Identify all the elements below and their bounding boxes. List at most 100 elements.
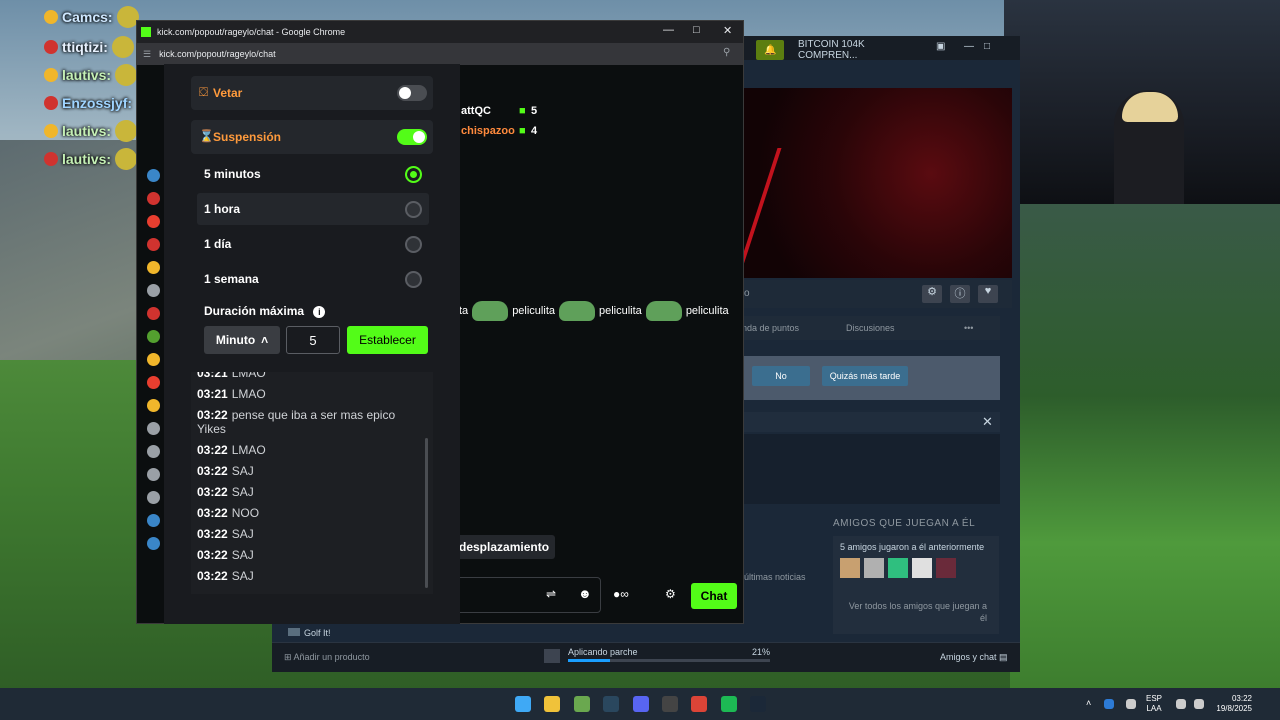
translate-icon[interactable]: ⇌: [546, 587, 556, 601]
steam-icon[interactable]: [603, 696, 619, 712]
network-icon[interactable]: [1176, 699, 1186, 709]
timeout-option[interactable]: 1 semana: [197, 263, 429, 295]
close-icon[interactable]: ✕: [982, 414, 993, 430]
tab-more[interactable]: •••: [964, 323, 973, 333]
friend-avatar[interactable]: [912, 558, 932, 578]
settings-gear-icon[interactable]: ⚙: [922, 285, 942, 303]
zoom-icon[interactable]: ⚲: [723, 47, 730, 58]
radio-button[interactable]: [405, 235, 422, 253]
message-time: 03:22: [197, 485, 228, 499]
radio-button[interactable]: [405, 270, 422, 288]
message-time: 03:22: [197, 548, 228, 562]
chat-message[interactable]: 03:22 NOO: [197, 506, 407, 520]
message-time: 03:22: [197, 464, 228, 478]
site-info-icon[interactable]: ☰: [143, 49, 151, 60]
monitor-icon[interactable]: ▣: [936, 41, 945, 52]
notification-pill[interactable]: BITCOIN 104K COMPREN...: [790, 39, 922, 61]
chat-message[interactable]: 03:21 LMAO: [197, 372, 407, 380]
defender-icon[interactable]: [1104, 699, 1114, 709]
emoji-icon[interactable]: ☻: [578, 586, 592, 601]
friends-chat-button[interactable]: Amigos y chat ▤: [940, 652, 1008, 663]
maximize-icon[interactable]: □: [693, 24, 700, 36]
duration-amount-input[interactable]: [286, 326, 340, 354]
dialog-header: ✕: [742, 412, 1000, 432]
chrome-icon[interactable]: [691, 696, 707, 712]
emote-word: peliculita: [512, 305, 555, 317]
library-item-golf[interactable]: Golf It!: [288, 628, 331, 638]
timeout-option[interactable]: 5 minutos: [197, 158, 429, 190]
clock[interactable]: 03:22 19/8/2025: [1208, 694, 1252, 714]
windows-start-icon[interactable]: [515, 696, 531, 712]
chat-message[interactable]: 03:22 pense que iba a ser mas epico Yikes: [197, 408, 407, 436]
ban-toggle[interactable]: [397, 85, 427, 101]
friend-avatar[interactable]: [840, 558, 860, 578]
chat-message[interactable]: 03:22 LMAO: [197, 443, 407, 457]
info-icon[interactable]: i: [313, 306, 326, 318]
dialog-body: [742, 434, 1000, 504]
tray-chevron-icon[interactable]: ˄: [1086, 698, 1091, 708]
hourglass-icon: ⌛: [199, 129, 214, 143]
top-user-1[interactable]: attQC ■ 5: [461, 105, 537, 117]
chat-scrollbar[interactable]: [425, 438, 428, 588]
settings-gear-icon[interactable]: ⚙: [665, 587, 676, 601]
maximize-icon[interactable]: □: [984, 41, 990, 52]
scroll-hint[interactable]: desplazamiento: [453, 535, 556, 559]
tab-discussions[interactable]: Discusiones: [846, 323, 895, 333]
info-icon[interactable]: ⓘ: [950, 285, 970, 303]
later-button[interactable]: Quizás más tarde: [822, 366, 908, 386]
user-badge-icon: [147, 238, 160, 251]
bell-icon[interactable]: 🔔: [756, 40, 784, 60]
timeout-row[interactable]: ⌛ Suspensión: [191, 120, 433, 154]
steam-icon[interactable]: [750, 696, 766, 712]
radio-button[interactable]: [405, 200, 422, 218]
chat-message[interactable]: 03:21 LMAO: [197, 387, 407, 401]
chat-message[interactable]: 03:22 SAJ: [197, 464, 407, 478]
points-icon[interactable]: ●∞: [613, 587, 629, 601]
friend-avatar[interactable]: [888, 558, 908, 578]
timeout-option[interactable]: 1 hora: [197, 193, 429, 225]
chat-message[interactable]: 03:22 SAJ: [197, 548, 407, 562]
friends-link[interactable]: Ver todos los amigos que juegan a él: [847, 600, 987, 624]
message-time: 03:22: [197, 408, 228, 422]
address-bar[interactable]: ☰ kick.com/popout/rageylo/chat ⚲: [137, 43, 743, 65]
message-text: SAJ: [231, 548, 254, 562]
discord-icon[interactable]: [633, 696, 649, 712]
download-progress-fill: [568, 659, 611, 662]
set-duration-button[interactable]: Establecer: [347, 326, 428, 354]
friend-avatar[interactable]: [864, 558, 884, 578]
chat-message[interactable]: 03:22 SAJ: [197, 527, 407, 541]
toggle-knob: [413, 131, 425, 143]
mic-icon[interactable]: [1126, 699, 1136, 709]
overlay-line: lautivs:: [44, 120, 138, 142]
close-icon[interactable]: ✕: [723, 24, 732, 37]
timeout-option[interactable]: 1 día: [197, 228, 429, 260]
volume-icon[interactable]: [1194, 699, 1204, 709]
download-status[interactable]: Aplicando parche: [568, 647, 638, 657]
tab-points[interactable]: nda de puntos: [742, 323, 799, 333]
minecraft-icon[interactable]: [574, 696, 590, 712]
timeout-toggle[interactable]: [397, 129, 427, 145]
chat-message[interactable]: 03:22 SAJ: [197, 569, 407, 583]
spotify-icon[interactable]: [721, 696, 737, 712]
top-user-1-count: 5: [531, 105, 538, 117]
minimize-icon[interactable]: —: [964, 41, 974, 52]
no-button[interactable]: No: [752, 366, 810, 386]
chat-input[interactable]: ⇌ ☻: [455, 577, 601, 613]
add-product-button[interactable]: ⊞ Añadir un producto: [284, 652, 370, 663]
user-badge-icon: [147, 376, 160, 389]
chat-send-button[interactable]: Chat: [691, 583, 737, 609]
heart-icon[interactable]: ♥: [978, 285, 998, 303]
radio-button[interactable]: [405, 165, 422, 183]
top-user-2[interactable]: chispazoo ■ 4: [461, 125, 537, 137]
language-indicator[interactable]: ESP LAA: [1146, 694, 1162, 714]
chat-message[interactable]: 03:22 SAJ: [197, 485, 407, 499]
file-explorer-icon[interactable]: [544, 696, 560, 712]
set-duration-label: Establecer: [359, 333, 416, 347]
unit-select[interactable]: Minuto ˄: [204, 326, 280, 354]
ban-row[interactable]: ⛋ Vetar: [191, 76, 433, 110]
news-link[interactable]: últimas noticias: [744, 572, 806, 582]
minimize-icon[interactable]: —: [663, 24, 674, 36]
overlay-username: lautivs:: [62, 123, 112, 139]
obs-icon[interactable]: [662, 696, 678, 712]
friend-avatar[interactable]: [936, 558, 956, 578]
